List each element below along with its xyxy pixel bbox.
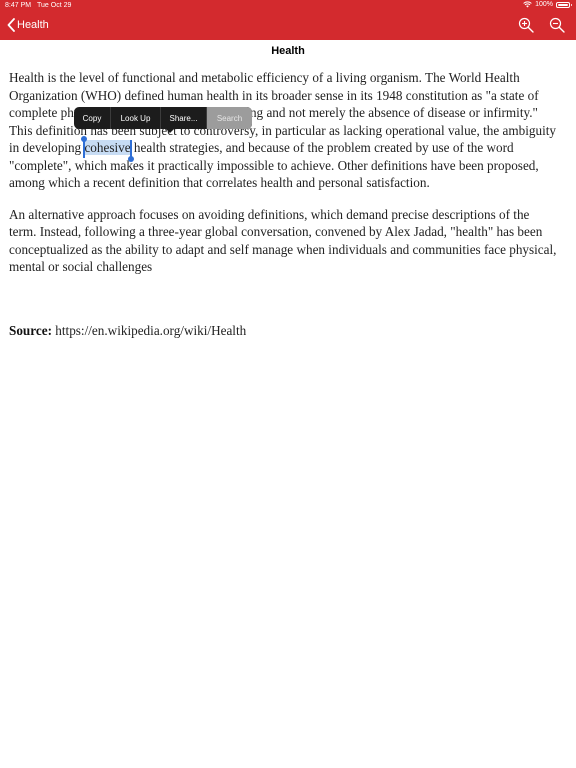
zoom-out-button[interactable] — [549, 17, 565, 33]
source-line: Source: https://en.wikipedia.org/wiki/He… — [9, 323, 246, 339]
zoom-in-icon — [518, 17, 534, 33]
article-paragraph-2: An alternative approach focuses on avoid… — [9, 206, 557, 275]
zoom-out-icon — [549, 17, 565, 33]
source-url: https://en.wikipedia.org/wiki/Health — [55, 323, 247, 338]
battery-icon — [556, 1, 572, 8]
selection-start-handle[interactable] — [81, 136, 88, 158]
search-menu-item[interactable]: Search — [207, 107, 252, 129]
navigation-bar: 8:47 PM Tue Oct 29 100% Health — [0, 0, 576, 40]
status-time: 8:47 PM — [5, 2, 32, 9]
article-body: Health is the level of functional and me… — [9, 69, 559, 290]
status-date: Tue Oct 29 — [37, 2, 72, 9]
selection-end-handle[interactable] — [127, 140, 134, 162]
chevron-left-icon — [7, 18, 15, 32]
selected-word-text: cohesive — [84, 140, 131, 155]
back-button[interactable]: Health — [7, 16, 49, 34]
back-button-label: Health — [17, 19, 49, 31]
copy-menu-item[interactable]: Copy — [74, 107, 111, 129]
source-label: Source: — [9, 323, 52, 338]
article-paragraph-1: Health is the level of functional and me… — [9, 69, 559, 192]
selected-word[interactable]: cohesive — [81, 136, 134, 162]
text-selection-menu: Copy Look Up Share... Search — [74, 107, 252, 129]
status-right: 100% — [523, 1, 572, 8]
page-title: Health — [271, 45, 305, 57]
wifi-icon — [523, 1, 532, 8]
share-menu-item[interactable]: Share... — [161, 107, 207, 129]
zoom-in-button[interactable] — [518, 17, 534, 33]
battery-percent: 100% — [535, 1, 553, 8]
look-up-menu-item[interactable]: Look Up — [111, 107, 161, 129]
status-bar: 8:47 PM Tue Oct 29 100% — [0, 0, 576, 12]
menu-pointer-arrow — [165, 128, 175, 133]
